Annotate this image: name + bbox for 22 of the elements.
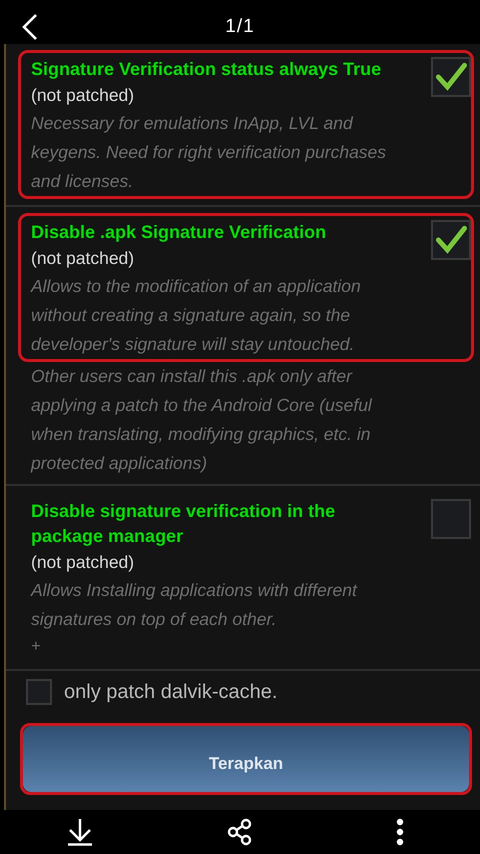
patch-note: Other users can install this .apk only after applying a patch to the Android Core (useful when translating, modifying graphics, etc. in protected applications) bbox=[30, 365, 374, 475]
patch-title: Signature Verification status always True bbox=[31, 58, 382, 81]
page-counter: 1/1 bbox=[225, 16, 255, 38]
download-icon[interactable] bbox=[67, 818, 93, 846]
checkbox[interactable] bbox=[431, 57, 471, 97]
plus-mark: + bbox=[31, 637, 42, 657]
more-icon[interactable] bbox=[396, 818, 404, 846]
share-icon[interactable] bbox=[227, 818, 253, 846]
patch-description: Allows to the modification of an application without creating a signature again, so the developer's signature will stay untouched. bbox=[31, 275, 362, 356]
option-label: only patch dalvik-cache. bbox=[64, 680, 278, 704]
patch-status: (not patched) bbox=[31, 84, 136, 107]
patch-description: Allows Installing applications with different signatures on top of each other. bbox=[31, 579, 358, 631]
apply-button[interactable]: Terapkan bbox=[23, 726, 469, 792]
checkbox[interactable] bbox=[431, 220, 471, 260]
patch-status: (not patched) bbox=[31, 551, 136, 574]
patch-title: Disable signature verification in the package manager bbox=[31, 500, 336, 548]
checkbox[interactable] bbox=[26, 679, 52, 705]
patch-title: Disable .apk Signature Verification bbox=[31, 221, 328, 244]
patch-status: (not patched) bbox=[31, 247, 136, 270]
back-icon[interactable] bbox=[20, 12, 40, 42]
patch-description: Necessary for emulations InApp, LVL and keygens. Need for right verification purchases and licenses. bbox=[31, 112, 388, 193]
checkbox[interactable] bbox=[431, 499, 471, 539]
